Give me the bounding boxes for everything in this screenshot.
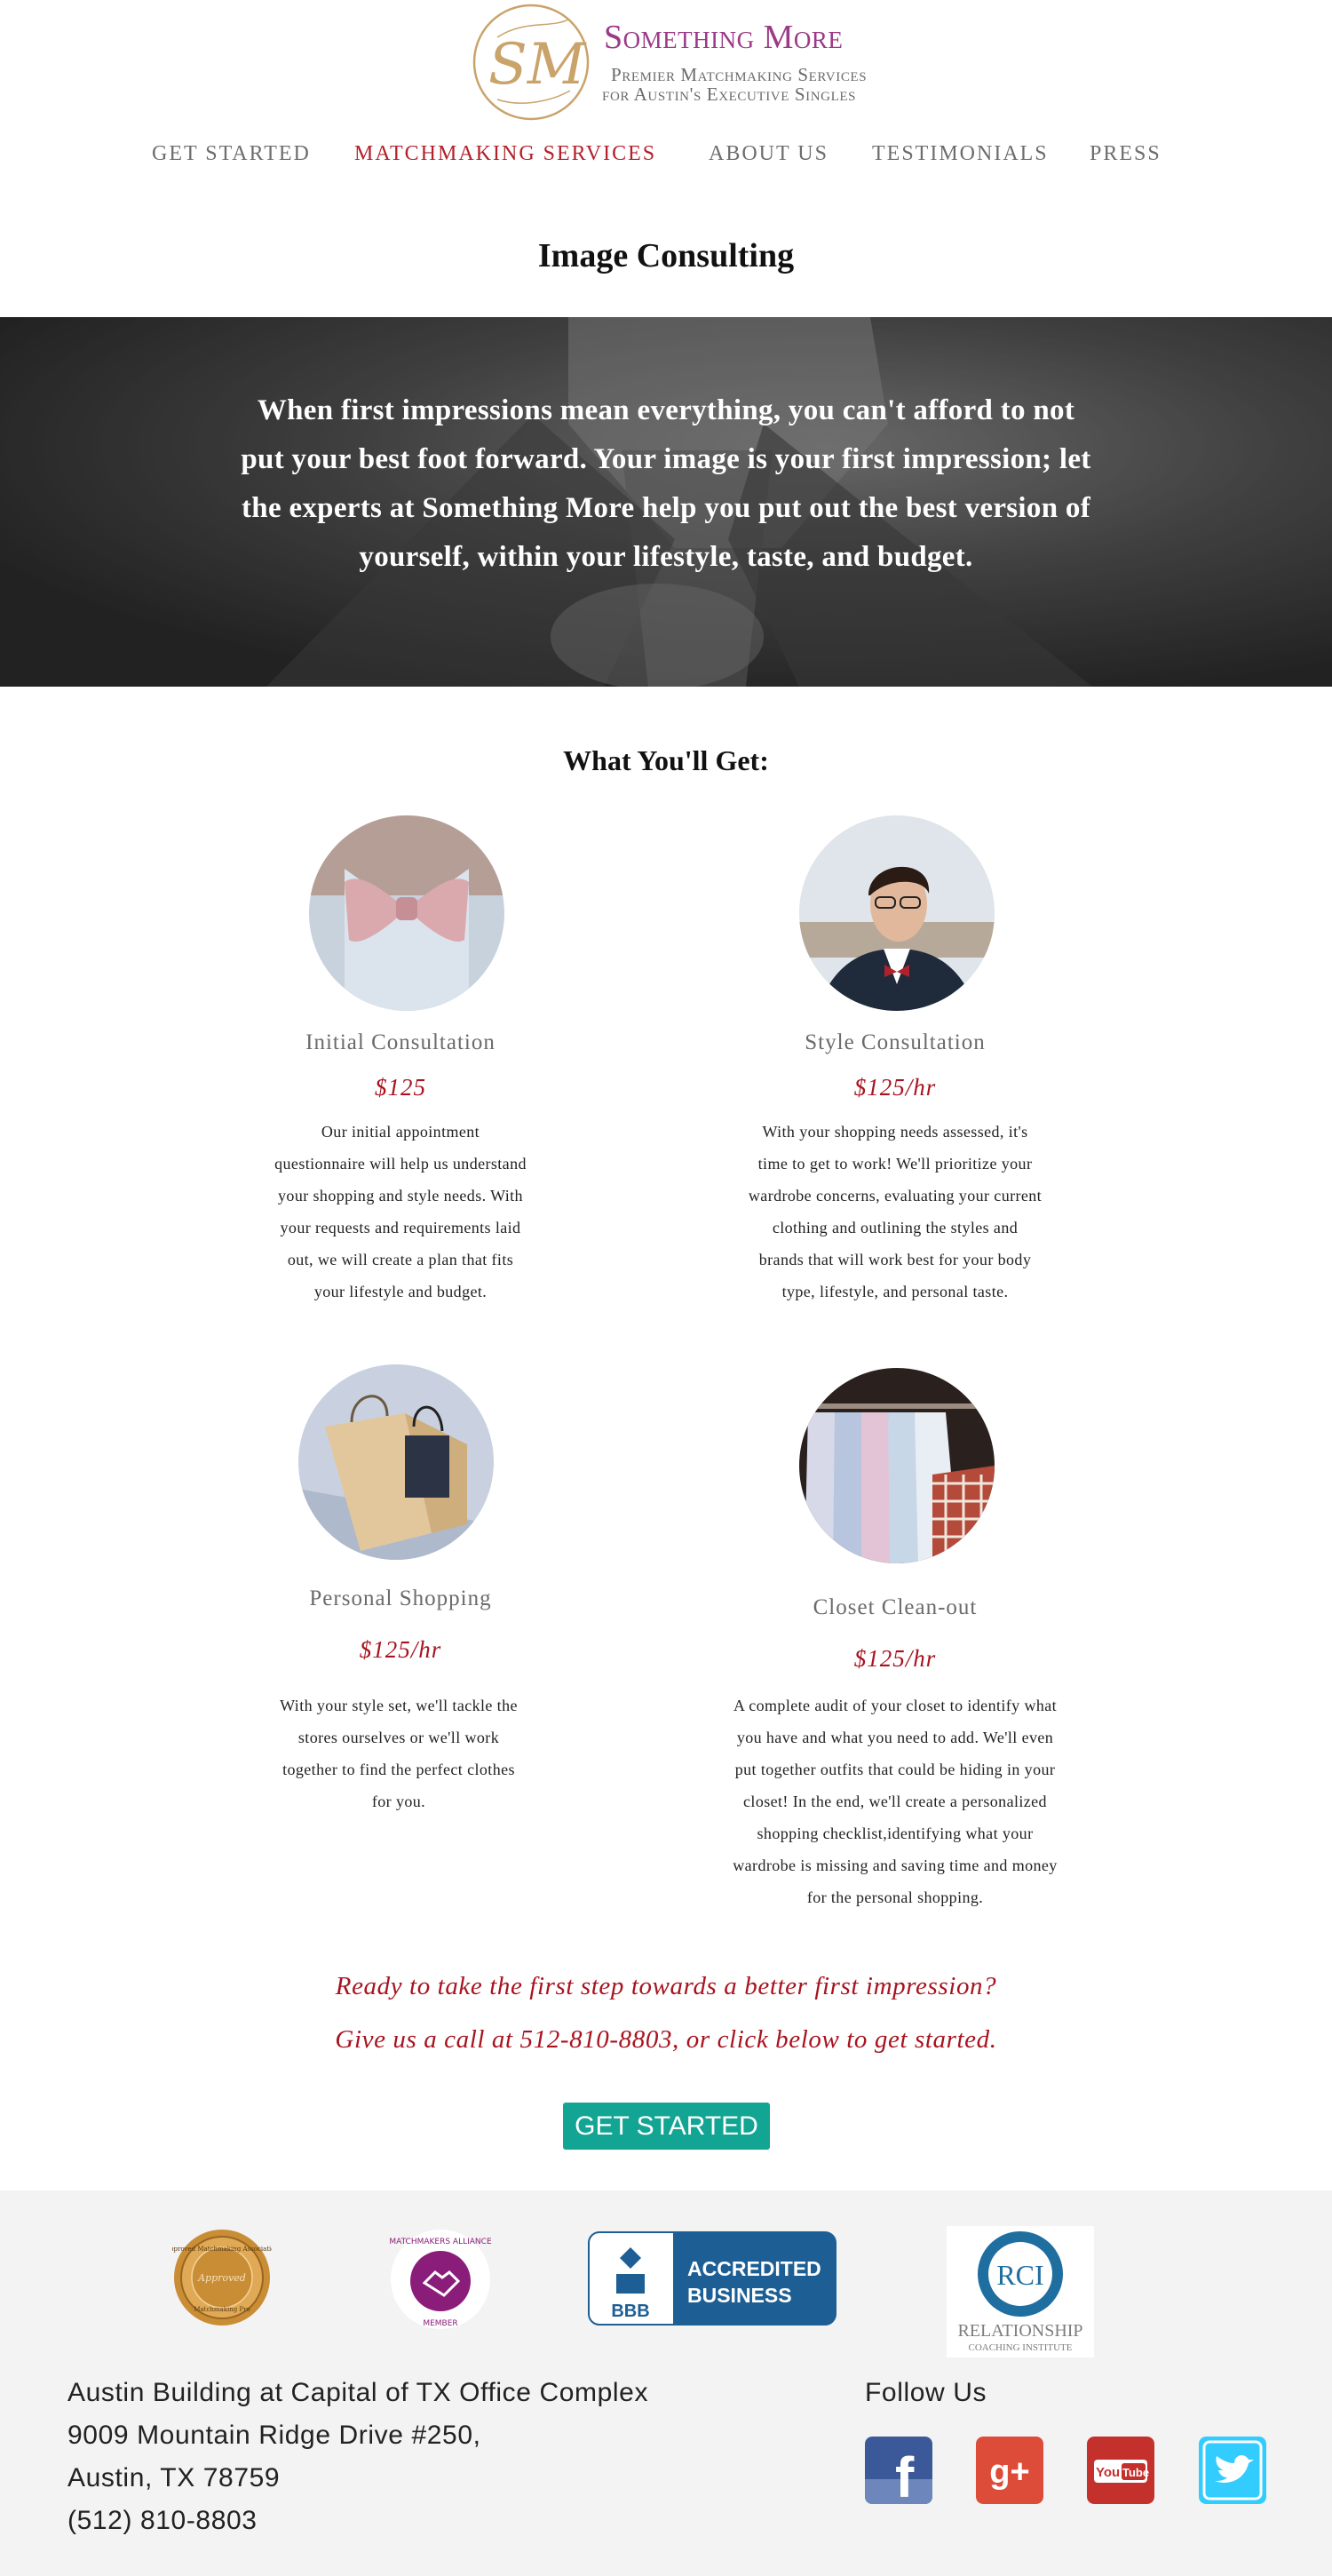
description-line: clothing and outlining the styles and	[772, 1219, 1019, 1236]
alliance-text: MEMBER	[423, 2319, 457, 2328]
description-line: A complete audit of your closet to ident…	[733, 1697, 1058, 1714]
description-line: your lifestyle and budget.	[313, 1283, 488, 1300]
cta-text: Give us a call at 512-810-8803, or click…	[335, 2025, 997, 2054]
service-price: $125/hr	[853, 1074, 937, 1101]
seal-text: Matchmaking Pro	[194, 2306, 250, 2313]
seal-text: Approved	[197, 2272, 246, 2284]
hero-text: When first impressions mean everything, …	[241, 394, 1091, 573]
section-title: What You'll Get:	[563, 744, 769, 776]
service-name: Closet Clean-out	[813, 1595, 978, 1619]
youtube-glyph: You	[1096, 2465, 1120, 2480]
bbb-accredited-badge-icon[interactable]: BBB ACCREDITED BUSINESS	[588, 2231, 836, 2326]
service-name: Initial Consultation	[305, 1030, 496, 1054]
alliance-text: MATCHMAKERS ALLIANCE	[389, 2238, 492, 2246]
description-line: shopping checklist,identifying what your	[757, 1825, 1034, 1842]
rci-text: RCI	[996, 2259, 1043, 2291]
follow-us-label: Follow Us	[865, 2378, 987, 2407]
description-line: With your style set, we'll tackle the	[280, 1697, 518, 1714]
youtube-glyph: Tube	[1122, 2466, 1149, 2479]
twitter-icon[interactable]	[1199, 2437, 1266, 2504]
description-line: wardrobe concerns, evaluating your curre…	[748, 1187, 1043, 1205]
nav-about-us[interactable]: About Us	[709, 142, 829, 166]
service-description: With your style set, we'll tackle the st…	[221, 1690, 576, 1817]
page-title: Image Consulting	[537, 237, 795, 274]
matchmakers-alliance-badge-icon[interactable]: MATCHMAKERS ALLIANCE MEMBER	[389, 2228, 492, 2331]
monogram-text: SM	[488, 32, 587, 98]
facebook-icon[interactable]: f	[865, 2437, 932, 2504]
description-line: type, lifestyle, and personal taste.	[781, 1283, 1009, 1300]
man-in-suit-photo	[799, 815, 995, 1011]
monogram-logo-icon: SM	[472, 4, 590, 121]
address-line: Austin Building at Capital of TX Office …	[67, 2378, 649, 2407]
get-started-button[interactable]: GET STARTED	[563, 2103, 770, 2150]
description-line: wardrobe is missing and saving time and …	[733, 1856, 1058, 1874]
description-line: together to find the perfect clothes	[282, 1761, 515, 1778]
brand-logo[interactable]: SM Something More Premier Matchmaking Se…	[471, 2, 932, 126]
google-plus-icon[interactable]: g+	[976, 2437, 1043, 2504]
description-line: With your shopping needs assessed, it's	[762, 1123, 1028, 1141]
bbb-text: ACCREDITED	[687, 2257, 821, 2280]
phone-number[interactable]: (512) 810-8803	[67, 2506, 258, 2536]
facebook-glyph: f	[895, 2445, 915, 2504]
description-line: you have and what you need to add. We'll…	[736, 1729, 1054, 1746]
rci-text: COACHING INSTITUTE	[968, 2342, 1072, 2353]
service-price: $125/hr	[359, 1636, 442, 1663]
description-line: for the personal shopping.	[806, 1888, 984, 1906]
main-nav: Get Started Matchmaking Services About U…	[0, 142, 1332, 178]
description-line: your requests and requirements laid	[280, 1219, 521, 1236]
description-line: out, we will create a plan that fits	[287, 1251, 514, 1268]
description-line: for you.	[371, 1793, 426, 1810]
service-card-closet-clean-out: Closet Clean-out $125/hr A complete audi…	[700, 1359, 1090, 1928]
description-line: questionnaire will help us understand	[274, 1155, 527, 1173]
service-name: Style Consultation	[805, 1030, 986, 1054]
address-line: 9009 Mountain Ridge Drive #250,	[67, 2421, 481, 2450]
service-card-style-consultation: Style Consultation $125/hr With your sho…	[709, 810, 1082, 1308]
service-card-personal-shopping: Personal Shopping $125/hr With your styl…	[223, 1359, 578, 1821]
nav-testimonials[interactable]: Testimonials	[872, 142, 1049, 166]
description-line: stores ourselves or we'll work	[297, 1729, 500, 1746]
service-description: With your shopping needs assessed, it's …	[709, 1116, 1082, 1308]
rci-badge-icon[interactable]: RCI RELATIONSHIP COACHING INSTITUTE	[947, 2226, 1094, 2357]
hero-banner: When first impressions mean everything, …	[0, 317, 1332, 687]
bow-tie-photo	[309, 815, 504, 1011]
service-description: Our initial appointment questionnaire wi…	[223, 1116, 578, 1308]
address-line: Austin, TX 78759	[67, 2463, 281, 2493]
service-card-initial-consultation: Initial Consultation $125 Our initial ap…	[223, 810, 578, 1308]
brand-tagline: for Austin's Executive Singles	[602, 83, 857, 105]
bbb-text: BUSINESS	[687, 2284, 792, 2307]
shopping-bags-photo	[298, 1364, 494, 1560]
seal-text: Approved Matchmaking Association	[172, 2246, 272, 2253]
service-name: Personal Shopping	[309, 1586, 492, 1610]
description-line: time to get to work! We'll prioritize yo…	[757, 1155, 1033, 1173]
description-line: closet! In the end, we'll create a perso…	[743, 1793, 1047, 1810]
service-price: $125	[375, 1074, 426, 1101]
youtube-icon[interactable]: You Tube	[1087, 2437, 1154, 2504]
description-line: put together outfits that could be hidin…	[734, 1761, 1056, 1778]
service-description: A complete audit of your closet to ident…	[700, 1690, 1090, 1913]
bbb-text: BBB	[611, 2302, 649, 2321]
description-line: brands that will work best for your body	[758, 1251, 1032, 1268]
cta-text: Ready to take the first step towards a b…	[335, 1972, 997, 2000]
nav-matchmaking-services[interactable]: Matchmaking Services	[354, 142, 656, 166]
description-line: Our initial appointment	[321, 1123, 480, 1141]
approved-seal-icon[interactable]: Approved Matchmaking Association Approve…	[172, 2228, 272, 2327]
description-line: your shopping and style needs. With	[278, 1187, 523, 1205]
shirts-rack-photo	[799, 1368, 995, 1563]
nav-press[interactable]: Press	[1090, 142, 1162, 166]
brand-name: Something More	[604, 19, 844, 56]
rci-text: RELATIONSHIP	[957, 2321, 1082, 2341]
google-plus-glyph: g+	[989, 2453, 1029, 2491]
nav-get-started[interactable]: Get Started	[152, 142, 311, 166]
service-price: $125/hr	[853, 1645, 937, 1672]
